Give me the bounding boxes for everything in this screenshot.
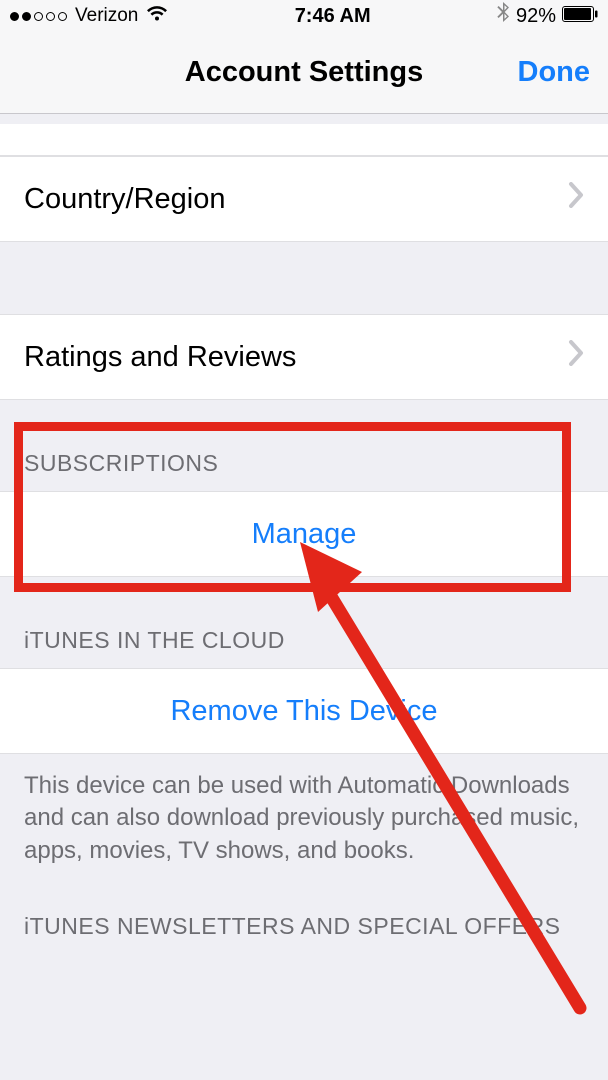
subscriptions-header: SUBSCRIPTIONS [0,400,608,491]
ratings-reviews-cell[interactable]: Ratings and Reviews [0,314,608,400]
partial-cell [0,124,608,156]
wifi-icon [146,5,168,28]
manage-link[interactable]: Manage [252,518,357,551]
status-time: 7:46 AM [295,5,371,28]
page-title: Account Settings [185,56,423,89]
manage-subscriptions-cell[interactable]: Manage [0,491,608,577]
signal-strength-icon [10,12,67,21]
battery-percent: 92% [516,5,556,28]
status-left: Verizon [10,5,168,28]
newsletters-header: iTUNES NEWSLETTERS AND SPECIAL OFFERS [0,877,608,954]
remove-device-cell[interactable]: Remove This Device [0,668,608,754]
chevron-right-icon [568,182,584,216]
chevron-right-icon [568,340,584,374]
carrier-label: Verizon [75,5,138,27]
nav-bar: Account Settings Done [0,32,608,114]
battery-icon [562,5,598,28]
status-bar: Verizon 7:46 AM 92% [0,0,608,32]
bluetooth-icon [497,2,510,30]
device-footer-text: This device can be used with Automatic D… [0,754,608,877]
country-region-cell[interactable]: Country/Region [0,156,608,242]
ratings-reviews-label: Ratings and Reviews [24,341,296,374]
remove-device-link[interactable]: Remove This Device [170,695,437,728]
itunes-cloud-header: iTUNES IN THE CLOUD [0,577,608,668]
status-right: 92% [497,2,598,30]
country-region-label: Country/Region [24,183,226,216]
done-button[interactable]: Done [518,56,591,89]
